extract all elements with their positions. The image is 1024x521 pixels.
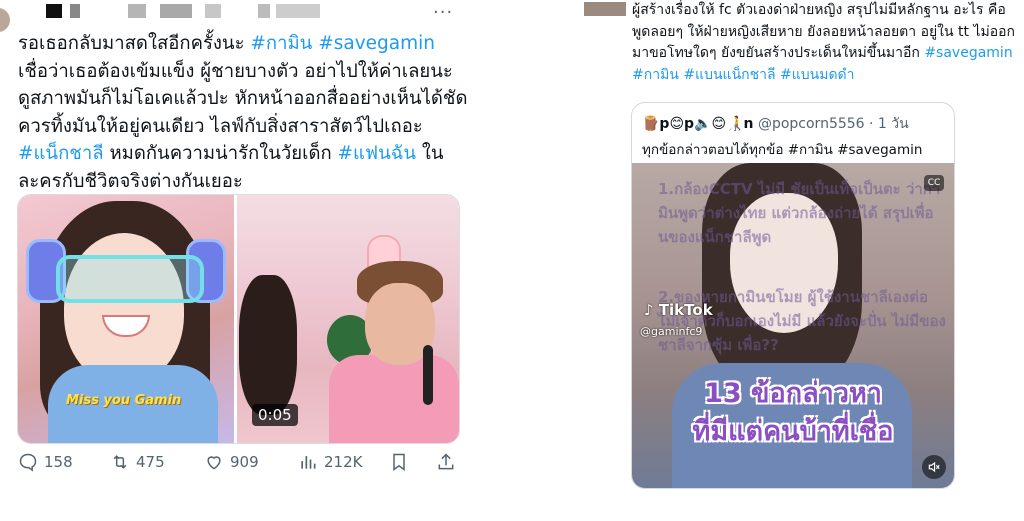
video-overlay-text: 2.ของหายกามินขโมย ผู้ใช้งานชาลีเองต่อ ไม… [658, 288, 946, 354]
quote-video[interactable]: 1.กล้องCCTV ไม่มี ชัยเป็นเท็จเป็นตะ ว่าก… [632, 163, 954, 488]
hashtag-link[interactable]: #แฟนฉัน [338, 143, 416, 164]
tiktok-handle: @gaminfc9 [640, 325, 703, 338]
tweet-media[interactable]: Miss you Gamin [17, 194, 460, 444]
redacted-handle [276, 4, 320, 18]
avatar[interactable] [584, 2, 626, 16]
tweet-actions: 158 475 909 212K [18, 452, 458, 476]
views-icon [301, 456, 316, 469]
redacted-username [70, 4, 80, 18]
retweet-icon [113, 455, 127, 469]
like-button[interactable]: 909 [204, 452, 259, 472]
more-options-icon[interactable]: ··· [433, 2, 453, 23]
video-duration: 0:05 [252, 404, 298, 426]
retweet-count: 475 [136, 453, 165, 471]
tweet-text: ผู้สร้างเรื่องให้ fc ตัวเองด่าฝ่ายหญิง ส… [632, 0, 1022, 86]
hashtag-link[interactable]: #แบนแน็กชาลี [683, 67, 775, 83]
quoted-tweet[interactable]: 🪵p😊p🔈😊🧑‍🦯n @popcorn5556 · 1 วัน ทุกข้อกล… [631, 102, 955, 489]
speaker-muted-icon [928, 461, 940, 473]
redacted-handle [160, 4, 192, 18]
video-headline: ที่มีแต่คนบ้าที่เชื่อ [692, 416, 894, 447]
microphone-icon [423, 345, 433, 405]
tweet-right: ผู้สร้างเรื่องให้ fc ตัวเองด่าฝ่ายหญิง ส… [580, 0, 1024, 521]
redacted-handle [258, 4, 270, 18]
redacted-handle [205, 4, 221, 18]
bookmark-button[interactable] [389, 452, 409, 472]
quote-author-name[interactable]: 🪵p😊p🔈😊🧑‍🦯n [642, 116, 754, 132]
tweet-text-part: เชื่อว่าเธอต้องเข้มแข็ง ผู้ชายบางตัว อย่… [18, 60, 468, 137]
avatar[interactable] [0, 8, 10, 32]
hashtag-link[interactable]: #แน็กชาลี [18, 143, 104, 164]
redacted-username [46, 4, 62, 18]
captions-button[interactable]: CC [924, 175, 944, 191]
photo-hair [239, 275, 297, 415]
photo-shirt [329, 355, 459, 443]
quote-text: ทุกข้อกล่าวตอบได้ทุกข้อ #กามิน #savegami… [642, 142, 923, 158]
hashtag-link[interactable]: #กามิน [250, 33, 312, 54]
reply-count: 158 [44, 453, 73, 471]
views-count: 212K [324, 453, 363, 471]
share-button[interactable] [436, 452, 456, 472]
tweet-text: รอเธอกลับมาสดใสอีกครั้งนะ #กามิน #savega… [18, 30, 468, 195]
share-icon [438, 453, 454, 470]
tiktok-icon: ♪ [644, 301, 654, 319]
quote-author-handle[interactable]: @popcorn5556 [758, 116, 865, 132]
hashtag-link[interactable]: #แบนมดดำ [780, 67, 854, 83]
tweet-text-part: รอเธอกลับมาสดใสอีกครั้งนะ [18, 33, 251, 54]
hashtag-link[interactable]: #savegamin [318, 33, 435, 54]
views-button[interactable]: 212K [298, 452, 362, 472]
video-headline: 13 ข้อกล่าวหา [704, 378, 882, 409]
hashtag-link[interactable]: #savegamin [924, 45, 1012, 61]
mute-button[interactable] [922, 455, 946, 479]
goggles-graphic [56, 255, 204, 303]
quote-timestamp[interactable]: · 1 วัน [869, 116, 909, 132]
video-overlay-text: 1.กล้องCCTV ไม่มี ชัยเป็นเท็จเป็นตะ ว่าก… [658, 180, 941, 246]
reply-button[interactable]: 158 [18, 452, 73, 472]
bookmark-icon [393, 453, 405, 471]
tweet-text-part: หมดกันความน่ารักในวัยเด็ก [103, 143, 338, 164]
photo-caption: Miss you Gamin [66, 393, 182, 408]
heart-icon [207, 456, 221, 470]
retweet-button[interactable]: 475 [110, 452, 165, 472]
quote-header: 🪵p😊p🔈😊🧑‍🦯n @popcorn5556 · 1 วัน [642, 113, 909, 135]
photo-girl-goggles[interactable]: Miss you Gamin [18, 195, 234, 443]
tweet-left: ··· รอเธอกลับมาสดใสอีกครั้งนะ #กามิน #sa… [0, 0, 472, 521]
redacted-handle [128, 4, 146, 18]
reply-icon [19, 453, 37, 472]
like-count: 909 [230, 453, 259, 471]
hashtag-link[interactable]: #กามิน [632, 67, 679, 83]
tiktok-label: TikTok [658, 301, 713, 319]
tiktok-logo-label: ♪ TikTok [644, 301, 713, 319]
